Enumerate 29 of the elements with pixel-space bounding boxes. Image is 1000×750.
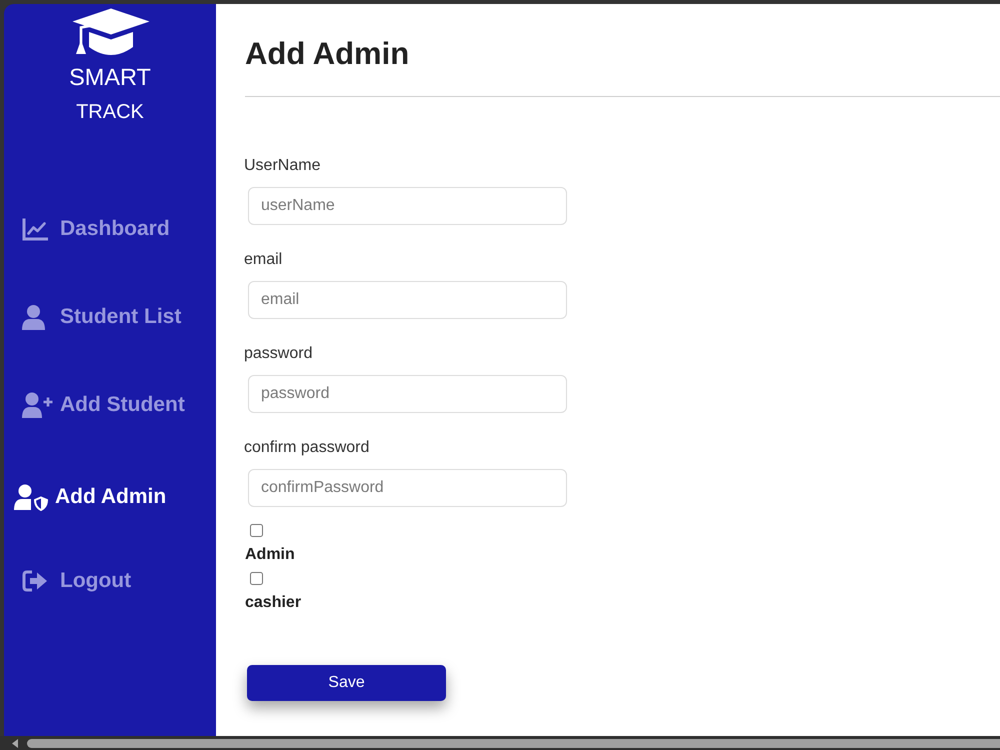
field-label: email	[244, 250, 282, 270]
input-field[interactable]: userName	[248, 187, 567, 225]
save-button[interactable]: Save	[247, 665, 446, 701]
user-shield-icon	[14, 484, 48, 510]
field-label: UserName	[244, 156, 320, 176]
input-field[interactable]: email	[248, 281, 567, 319]
field-label: password	[244, 344, 312, 364]
nav-item[interactable]: Add Student	[22, 392, 185, 418]
input-field[interactable]: password	[248, 375, 567, 413]
nav-item[interactable]: Add Admin	[14, 484, 166, 510]
nav-item[interactable]: Student List	[22, 304, 182, 330]
field-label: confirm password	[244, 438, 370, 458]
checkbox-label: cashier	[245, 593, 302, 613]
user-icon	[22, 304, 45, 330]
checkbox[interactable]	[250, 524, 263, 537]
page-title: Add Admin	[245, 35, 410, 73]
checkbox-label: Admin	[245, 545, 295, 565]
nav-item[interactable]: Logout	[22, 568, 132, 594]
input-field[interactable]: confirmPassword	[248, 469, 567, 507]
scrollbar[interactable]	[0, 736, 1000, 750]
left-arrow-icon[interactable]	[12, 738, 18, 748]
scrollbar-thumb[interactable]	[27, 738, 1000, 748]
logo-text: TRACK	[76, 100, 144, 124]
checkbox[interactable]	[250, 572, 263, 585]
line-chart-icon	[22, 218, 48, 240]
nav-item[interactable]: Dashboard	[22, 216, 170, 242]
logo-text: SMART	[69, 64, 151, 90]
user-plus-icon	[22, 392, 53, 418]
logout-icon	[22, 570, 48, 592]
